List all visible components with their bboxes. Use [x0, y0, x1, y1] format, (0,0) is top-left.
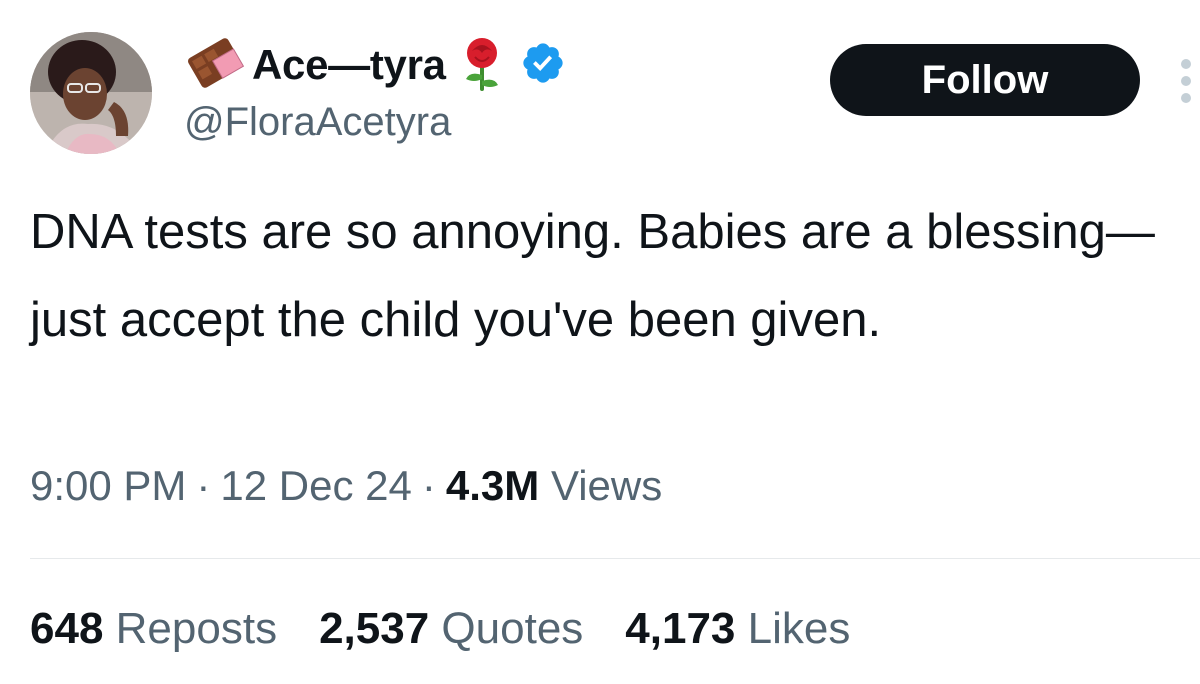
more-options-icon[interactable]	[1178, 58, 1194, 104]
quotes-stat[interactable]: 2,537 Quotes	[319, 604, 583, 654]
avatar[interactable]	[30, 32, 152, 154]
reposts-stat[interactable]: 648 Reposts	[30, 604, 277, 654]
display-name[interactable]: Ace—tyra	[252, 41, 446, 89]
rose-icon	[458, 35, 506, 96]
quotes-label: Quotes	[441, 604, 584, 653]
tweet-text: DNA tests are so annoying. Babies are a …	[30, 205, 1155, 347]
tweet-time[interactable]: 9:00 PM	[30, 462, 186, 509]
likes-label: Likes	[747, 604, 851, 653]
verified-badge-icon	[520, 40, 566, 91]
name-row: Ace—tyra	[184, 30, 566, 100]
chocolate-bar-icon	[184, 37, 246, 93]
meta-separator: ·	[421, 462, 436, 509]
likes-stat[interactable]: 4,173 Likes	[625, 604, 850, 654]
engagement-stats: 648 Reposts 2,537 Quotes 4,173 Likes	[30, 604, 892, 654]
quotes-count: 2,537	[319, 604, 430, 653]
likes-count: 4,173	[625, 604, 736, 653]
divider	[30, 558, 1200, 559]
tweet-date[interactable]: 12 Dec 24	[220, 462, 411, 509]
views-label: Views	[550, 462, 663, 509]
follow-button[interactable]: Follow	[830, 44, 1140, 116]
reposts-count: 648	[30, 604, 104, 653]
user-handle[interactable]: @FloraAcetyra	[184, 100, 451, 145]
views-count: 4.3M	[445, 462, 540, 509]
reposts-label: Reposts	[115, 604, 278, 653]
meta-separator: ·	[196, 462, 211, 509]
tweet-meta: 9:00 PM · 12 Dec 24 · 4.3M Views	[30, 462, 662, 510]
